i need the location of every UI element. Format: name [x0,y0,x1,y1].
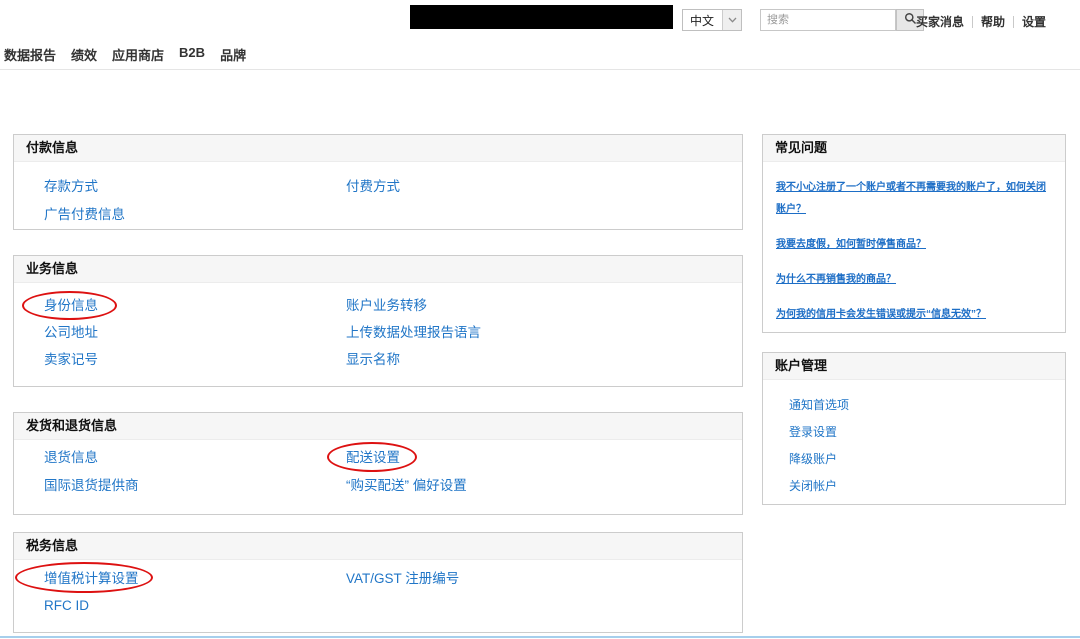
panel-row: 退货信息 配送设置 [14,444,742,472]
link-close-account[interactable]: 关闭帐户 [763,473,1065,500]
panel-tax-body: 增值税计算设置 VAT/GST 注册编号 RFC ID [14,560,742,619]
panel-faq-body: 我不小心注册了一个账户或者不再需要我的账户了，如何关闭账户？ 我要去度假，如何暂… [763,162,1065,326]
panel-tax-title: 税务信息 [14,533,742,560]
link-notification-preferences[interactable]: 通知首选项 [763,392,1065,419]
link-account-transfer[interactable]: 账户业务转移 [346,292,427,319]
panel-row: RFC ID [14,592,742,619]
nav-item-appstore[interactable]: 应用商店 [112,45,164,64]
panel-account-title: 账户管理 [763,353,1065,380]
panel-faq-title: 常见问题 [763,135,1065,162]
link-vat-gst-numbers[interactable]: VAT/GST 注册编号 [346,565,459,592]
panel-tax-info: 税务信息 增值税计算设置 VAT/GST 注册编号 RFC ID [13,532,743,633]
language-selector-value: 中文 [683,12,722,29]
panel-shipping-body: 退货信息 配送设置 国际退货提供商 “购买配送” 偏好设置 [14,440,742,500]
link-shipping-settings[interactable]: 配送设置 [346,444,400,472]
link-rfc-id[interactable]: RFC ID [44,598,89,613]
faq-link-credit-card-error-question[interactable]: 为何我的信用卡会发生错误或提示“信息无效”？ [776,304,1055,326]
settings-link[interactable]: 设置 [1022,13,1046,30]
link-charge-methods[interactable]: 付费方式 [346,173,400,201]
window-bottom-edge [0,636,1080,638]
help-link[interactable]: 帮助 [981,13,1005,30]
link-vat-calculation-settings[interactable]: 增值税计算设置 [44,571,139,586]
link-deposit-methods[interactable]: 存款方式 [44,179,98,194]
nav-item-b2b[interactable]: B2B [179,45,205,64]
redacted-account-info [410,5,673,29]
panel-row: 国际退货提供商 “购买配送” 偏好设置 [14,472,742,500]
link-intl-return-providers[interactable]: 国际退货提供商 [44,478,139,493]
nav-item-performance[interactable]: 绩效 [71,45,97,64]
panel-business-info: 业务信息 身份信息 账户业务转移 公司地址 上传数据处理报告语言 卖家记号 显示… [13,255,743,387]
faq-link-close-account-question[interactable]: 我不小心注册了一个账户或者不再需要我的账户了，如何关闭账户？ [776,177,1055,221]
panel-payment-info: 付款信息 存款方式 付费方式 广告付费信息 [13,134,743,230]
separator [972,16,973,28]
panel-account-management: 账户管理 通知首选项 登录设置 降级账户 关闭帐户 [762,352,1066,505]
link-login-settings[interactable]: 登录设置 [763,419,1065,446]
panel-shipping-title: 发货和退货信息 [14,413,742,440]
panel-row: 身份信息 账户业务转移 [14,292,742,319]
faq-link-not-selling-question[interactable]: 为什么不再销售我的商品？ [776,269,1055,291]
panel-faq: 常见问题 我不小心注册了一个账户或者不再需要我的账户了，如何关闭账户？ 我要去度… [762,134,1066,333]
panel-row: 存款方式 付费方式 [14,173,742,201]
link-company-address[interactable]: 公司地址 [44,325,98,340]
buyer-messages-link[interactable]: 买家消息 [916,13,964,30]
nav-divider [0,69,1080,70]
panel-row: 卖家记号 显示名称 [14,346,742,373]
nav-item-reports[interactable]: 数据报告 [4,45,56,64]
link-seller-token[interactable]: 卖家记号 [44,352,98,367]
link-report-language[interactable]: 上传数据处理报告语言 [346,319,481,346]
chevron-down-icon [722,10,741,30]
link-downgrade-account[interactable]: 降级账户 [763,446,1065,473]
panel-row: 广告付费信息 [14,201,742,229]
language-selector[interactable]: 中文 [682,9,742,31]
search-input[interactable] [760,9,896,31]
top-right-links: 买家消息 帮助 设置 [916,13,1046,30]
panel-account-body: 通知首选项 登录设置 降级账户 关闭帐户 [763,380,1065,500]
separator [1013,16,1014,28]
panel-row: 公司地址 上传数据处理报告语言 [14,319,742,346]
panel-payment-body: 存款方式 付费方式 广告付费信息 [14,162,742,229]
panel-shipping-returns: 发货和退货信息 退货信息 配送设置 国际退货提供商 “购买配送” 偏好设置 [13,412,743,515]
faq-link-vacation-question[interactable]: 我要去度假，如何暂时停售商品？ [776,234,1055,256]
search-icon [904,12,917,28]
panel-business-body: 身份信息 账户业务转移 公司地址 上传数据处理报告语言 卖家记号 显示名称 [14,283,742,373]
panel-row: 增值税计算设置 VAT/GST 注册编号 [14,565,742,592]
link-identity-info[interactable]: 身份信息 [44,298,98,313]
link-return-info[interactable]: 退货信息 [44,450,98,465]
nav-item-brands[interactable]: 品牌 [220,45,246,64]
link-buy-shipping-preferences[interactable]: “购买配送” 偏好设置 [346,472,467,500]
link-display-name[interactable]: 显示名称 [346,346,400,373]
settings-page: 中文 买家消息 帮助 设置 数据报告 绩效 应用商店 B2B 品牌 付款信息 [0,0,1080,639]
main-nav: 数据报告 绩效 应用商店 B2B 品牌 [4,45,246,64]
top-bar: 中文 买家消息 帮助 设置 [0,0,1080,40]
panel-business-title: 业务信息 [14,256,742,283]
panel-payment-title: 付款信息 [14,135,742,162]
link-advertising-payment-info[interactable]: 广告付费信息 [44,207,125,222]
